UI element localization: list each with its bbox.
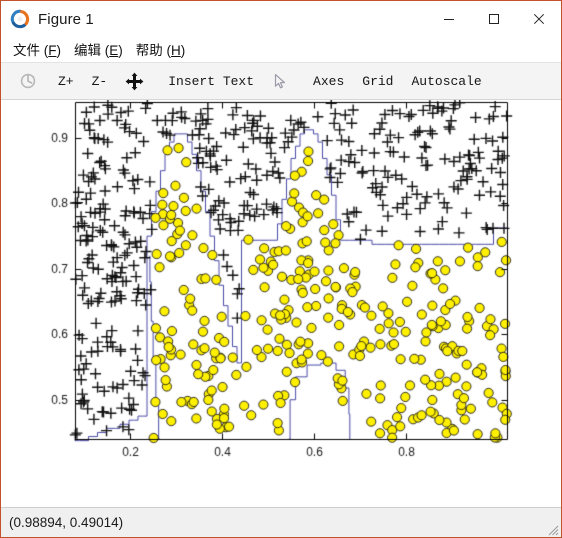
cursor-pointer-icon: [274, 73, 286, 88]
toolbar-zoom-out-label: Z-: [91, 73, 108, 89]
minimize-icon: [443, 19, 454, 20]
menu-edit-label: 编辑 (: [74, 43, 110, 58]
close-icon: [533, 13, 544, 25]
toolbar-insert-text[interactable]: Insert Text: [161, 67, 261, 95]
menu-help-label: 帮助 (: [135, 43, 172, 58]
menu-help-mnemonic: H: [171, 43, 181, 58]
rotate-reset-icon: [20, 73, 36, 89]
toolbar-rotate[interactable]: [9, 67, 47, 95]
menu-file-tail: ): [56, 43, 62, 58]
toolbar-zoom-in[interactable]: Z+: [51, 67, 81, 95]
toolbar-zoom-in-label: Z+: [58, 73, 74, 89]
pan-move-icon: [125, 72, 144, 90]
toolbar-grid-label: Grid: [362, 73, 394, 89]
close-button[interactable]: [516, 1, 561, 37]
menu-bar: 文件 (F) 编辑 (E) 帮助 (H): [1, 37, 561, 63]
octave-logo-icon: [10, 9, 30, 29]
maximize-icon: [488, 14, 499, 24]
title-bar: Figure 1: [1, 1, 561, 37]
maximize-button[interactable]: [471, 1, 516, 37]
toolbar-select[interactable]: [265, 67, 296, 95]
toolbar-insert-text-label: Insert Text: [168, 73, 255, 89]
toolbar-zoom-out[interactable]: Z-: [85, 67, 115, 95]
figure-plot-area[interactable]: [1, 100, 561, 501]
resize-grip-icon[interactable]: [545, 522, 559, 536]
toolbar: Z+ Z- Insert Text Axes Grid Autoscale: [1, 63, 561, 100]
toolbar-pan[interactable]: [118, 67, 151, 95]
toolbar-axes-label: Axes: [313, 73, 345, 89]
menu-edit-tail: ): [118, 43, 123, 58]
figure-window: Figure 1 文件 (F) 编辑 (E) 帮助 (H) Z+ Z- Inse…: [0, 0, 562, 538]
scatter-plot-canvas[interactable]: [1, 100, 561, 501]
menu-file[interactable]: 文件 (F): [8, 37, 69, 62]
status-bar: (0.98894, 0.49014): [1, 507, 561, 537]
cursor-coordinates: (0.98894, 0.49014): [9, 515, 124, 530]
toolbar-autoscale-label: Autoscale: [411, 73, 482, 89]
toolbar-autoscale[interactable]: Autoscale: [404, 67, 488, 95]
menu-help[interactable]: 帮助 (H): [131, 37, 194, 62]
toolbar-grid[interactable]: Grid: [355, 67, 400, 95]
window-controls: [426, 1, 561, 37]
menu-edit-mnemonic: E: [109, 43, 119, 58]
minimize-button[interactable]: [426, 1, 471, 37]
window-title: Figure 1: [38, 10, 94, 28]
toolbar-axes[interactable]: Axes: [306, 67, 351, 95]
menu-help-tail: ): [180, 43, 186, 58]
menu-edit[interactable]: 编辑 (E): [69, 37, 131, 62]
menu-file-mnemonic: F: [48, 43, 57, 58]
menu-file-label: 文件 (: [13, 43, 49, 58]
